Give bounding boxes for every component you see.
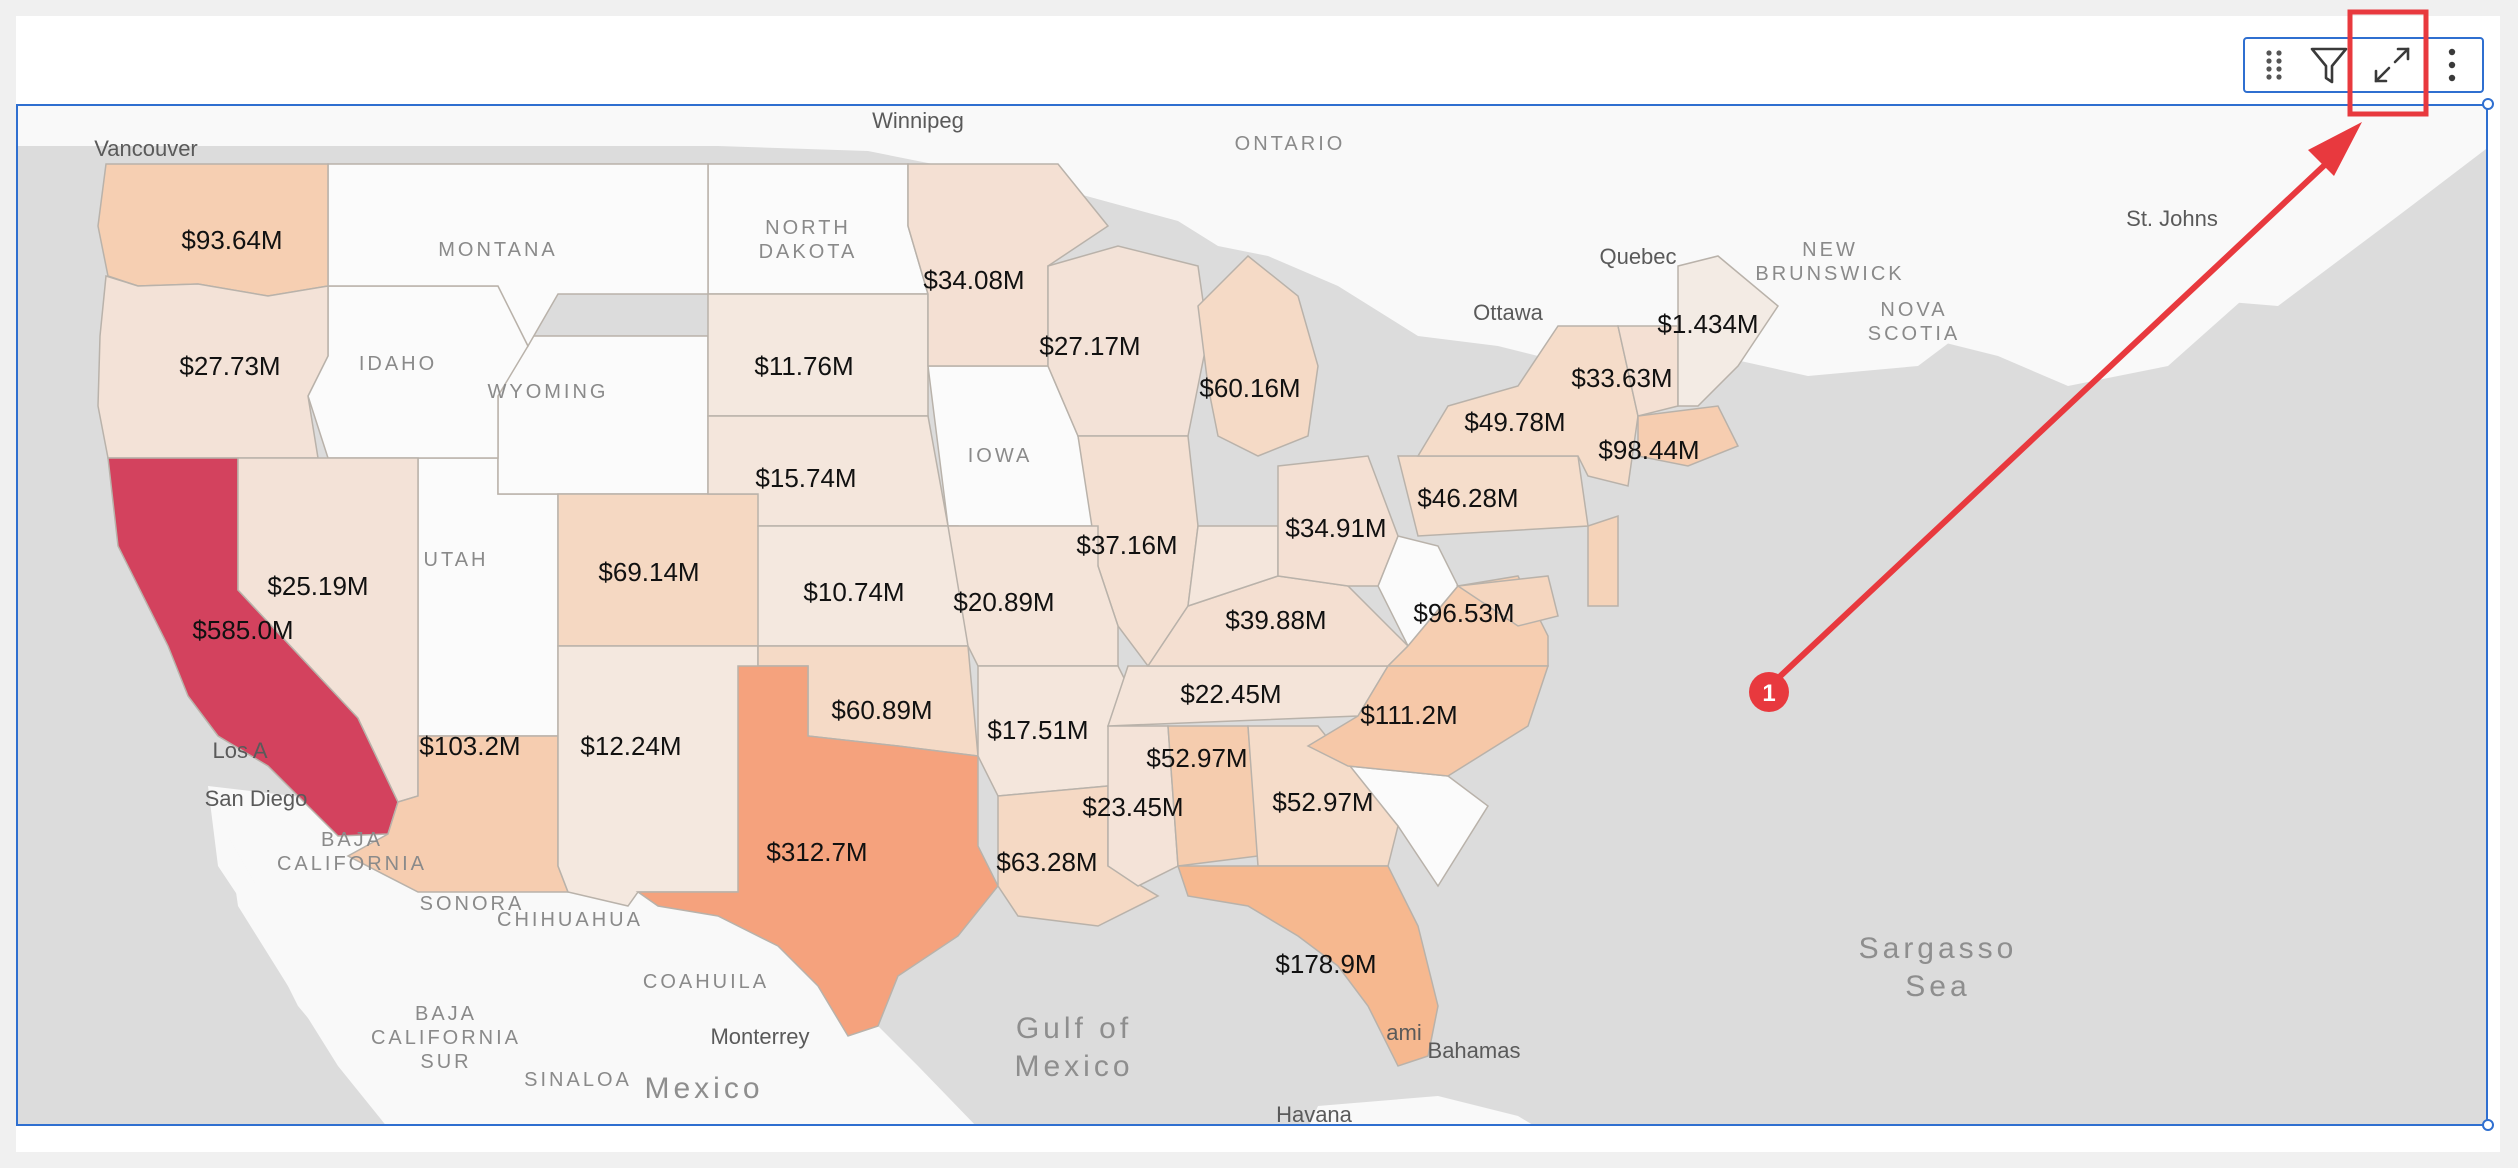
place-label-bahamas: Bahamas bbox=[1428, 1038, 1521, 1063]
value-label: $12.24M bbox=[580, 731, 681, 761]
state-utah[interactable] bbox=[417, 457, 559, 737]
value-label: $15.74M bbox=[755, 463, 856, 493]
value-label: $98.44M bbox=[1598, 435, 1699, 465]
place-label-st-johns: St. Johns bbox=[2126, 206, 2218, 231]
value-label: $34.91M bbox=[1285, 513, 1386, 543]
value-label: $60.89M bbox=[831, 695, 932, 725]
choropleth-map[interactable]: Vancouver Winnipeg ONTARIO Quebec NEW BRUNSWI… bbox=[16, 104, 2488, 1126]
place-label-ontario: ONTARIO bbox=[1235, 133, 1346, 155]
chart-toolbar bbox=[2243, 37, 2484, 93]
place-label-mexico: Mexico bbox=[644, 1072, 763, 1105]
value-label: $37.16M bbox=[1076, 530, 1177, 560]
state-new-jersey[interactable] bbox=[1587, 514, 1619, 607]
value-label: $52.97M bbox=[1272, 787, 1373, 817]
place-label-coahuila: COAHUILA bbox=[643, 971, 769, 993]
place-label-monterrey: Monterrey bbox=[710, 1024, 809, 1049]
drag-handle-icon[interactable] bbox=[2249, 39, 2299, 91]
place-label-ottawa: Ottawa bbox=[1473, 300, 1543, 325]
value-label: $27.17M bbox=[1039, 331, 1140, 361]
place-label-miami: ami bbox=[1386, 1020, 1421, 1045]
place-label-utah: UTAH bbox=[424, 549, 489, 571]
value-label: $312.7M bbox=[766, 837, 867, 867]
value-label: $585.0M bbox=[192, 615, 293, 645]
value-label: $93.64M bbox=[181, 225, 282, 255]
value-label: $34.08M bbox=[923, 265, 1024, 295]
filter-icon[interactable] bbox=[2303, 39, 2355, 91]
resize-handle-top-right[interactable] bbox=[2482, 98, 2494, 110]
value-label: $17.51M bbox=[987, 715, 1088, 745]
place-label-wyoming: WYOMING bbox=[488, 381, 609, 403]
place-label-havana: Havana bbox=[1276, 1102, 1353, 1126]
value-label: $11.76M bbox=[754, 351, 853, 381]
place-label-iowa: IOWA bbox=[968, 445, 1033, 467]
state-wyoming[interactable] bbox=[497, 335, 709, 495]
value-label: $27.73M bbox=[179, 351, 280, 381]
value-label: $23.45M bbox=[1082, 792, 1183, 822]
place-label-winnipeg: Winnipeg bbox=[872, 108, 964, 133]
more-vertical-icon[interactable] bbox=[2427, 39, 2477, 91]
value-label: $52.97M bbox=[1146, 743, 1247, 773]
place-label-los-angeles: Los A bbox=[212, 738, 267, 763]
value-label: $10.74M bbox=[803, 577, 904, 607]
value-label: $1.434M bbox=[1657, 309, 1758, 339]
map-canvas[interactable]: VancouverWinnipegONTARIOQuebec NEW BRUNSWI… bbox=[18, 106, 2488, 1126]
place-label-montana: MONTANA bbox=[438, 239, 558, 261]
value-label: $25.19M bbox=[267, 571, 368, 601]
place-label-idaho: IDAHO bbox=[359, 353, 437, 375]
place-label-sinaloa: SINALOA bbox=[524, 1069, 632, 1091]
resize-handle-bottom-right[interactable] bbox=[2482, 1119, 2494, 1131]
value-label: $49.78M bbox=[1464, 407, 1565, 437]
place-label-san-diego: San Diego bbox=[205, 786, 308, 811]
value-label: $178.9M bbox=[1275, 949, 1376, 979]
value-label: $22.45M bbox=[1180, 679, 1281, 709]
value-label: $33.63M bbox=[1571, 363, 1672, 393]
place-label-vancouver: Vancouver bbox=[94, 136, 198, 161]
value-label: $39.88M bbox=[1225, 605, 1326, 635]
value-label: $60.16M bbox=[1199, 373, 1300, 403]
value-label: $103.2M bbox=[419, 731, 520, 761]
place-label-chihuahua: CHIHUAHUA bbox=[497, 909, 643, 931]
value-label: $46.28M bbox=[1417, 483, 1518, 513]
expand-icon[interactable] bbox=[2359, 39, 2425, 91]
value-label: $111.2M bbox=[1360, 700, 1457, 730]
place-label-quebec: Quebec bbox=[1599, 244, 1676, 269]
state-new-mexico[interactable] bbox=[557, 645, 759, 907]
value-label: $96.53M bbox=[1413, 598, 1514, 628]
value-label: $63.28M bbox=[996, 847, 1097, 877]
value-label: $20.89M bbox=[953, 587, 1054, 617]
value-label: $69.14M bbox=[598, 557, 699, 587]
